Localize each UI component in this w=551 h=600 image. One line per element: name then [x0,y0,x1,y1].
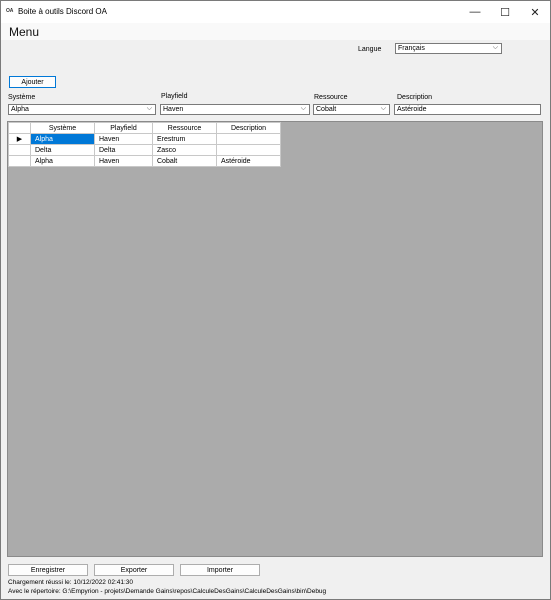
app-icon: OA [6,8,14,14]
chevron-down-icon: ⌵ [380,105,386,112]
cell-description[interactable] [216,144,281,156]
system-select-value: Alpha [11,106,29,113]
current-row-arrow-icon[interactable]: ▶ [8,133,31,145]
playfield-select-value: Haven [163,106,184,113]
window-title: Boite à outils Discord OA [18,7,107,16]
language-label: Langue [358,46,382,53]
table-row[interactable]: Alpha Haven Cobalt Astéroide [8,155,281,167]
resource-select-value: Cobalt [316,106,337,113]
main-window: OA Boite à outils Discord OA — ☐ ✕ Menu … [0,0,551,600]
system-label: Système [8,94,36,101]
resource-label: Ressource [314,94,348,101]
cell-system[interactable]: Alpha [30,133,95,145]
language-select[interactable]: Français ⌵ [395,43,502,54]
maximize-button[interactable]: ☐ [490,1,520,23]
cell-playfield[interactable]: Haven [94,155,153,167]
language-select-value: Français [398,45,425,52]
table-header-row: Système Playfield Ressource Description [8,122,281,134]
minimize-button[interactable]: — [460,1,490,23]
cell-resource[interactable]: Cobalt [152,155,217,167]
save-button[interactable]: Enregistrer [8,564,88,576]
chevron-down-icon: ⌵ [300,105,306,112]
cell-system[interactable]: Delta [30,144,95,156]
cell-playfield[interactable]: Delta [94,144,153,156]
column-header-description[interactable]: Description [216,122,281,134]
playfield-select[interactable]: Haven ⌵ [160,104,310,115]
data-table: Système Playfield Ressource Description … [8,122,281,167]
row-header-corner[interactable] [8,122,31,134]
row-header[interactable] [8,144,31,156]
table-row[interactable]: Delta Delta Zasco [8,144,281,156]
system-select[interactable]: Alpha ⌵ [8,104,156,115]
cell-playfield[interactable]: Haven [94,133,153,145]
row-header[interactable] [8,155,31,167]
column-header-resource[interactable]: Ressource [152,122,217,134]
table-row[interactable]: ▶ Alpha Haven Erestrum [8,133,281,145]
playfield-label: Playfield [161,93,188,100]
column-header-system[interactable]: Système [30,122,95,134]
chevron-down-icon: ⌵ [146,105,152,112]
data-grid[interactable]: Système Playfield Ressource Description … [7,121,543,557]
status-directory: Avec le répertoire: G:\Empyrion - projet… [8,588,327,595]
cell-description[interactable] [216,133,281,145]
menu-bar: Menu [1,23,550,40]
status-load-time: Chargement réussi le: 10/12/2022 02:41:3… [8,579,134,586]
description-input[interactable]: Astéroide [394,104,541,115]
export-button[interactable]: Exporter [94,564,174,576]
add-button[interactable]: Ajouter [9,76,56,88]
description-label: Description [397,94,433,101]
chevron-down-icon: ⌵ [492,44,498,51]
title-bar[interactable]: OA Boite à outils Discord OA — ☐ ✕ [1,1,550,23]
column-header-playfield[interactable]: Playfield [94,122,153,134]
description-input-value: Astéroide [397,106,427,113]
cell-description[interactable]: Astéroide [216,155,281,167]
close-button[interactable]: ✕ [520,1,550,23]
cell-resource[interactable]: Zasco [152,144,217,156]
cell-resource[interactable]: Erestrum [152,133,217,145]
import-button[interactable]: Importer [180,564,260,576]
menu-label[interactable]: Menu [9,25,39,39]
resource-select[interactable]: Cobalt ⌵ [313,104,390,115]
cell-system[interactable]: Alpha [30,155,95,167]
